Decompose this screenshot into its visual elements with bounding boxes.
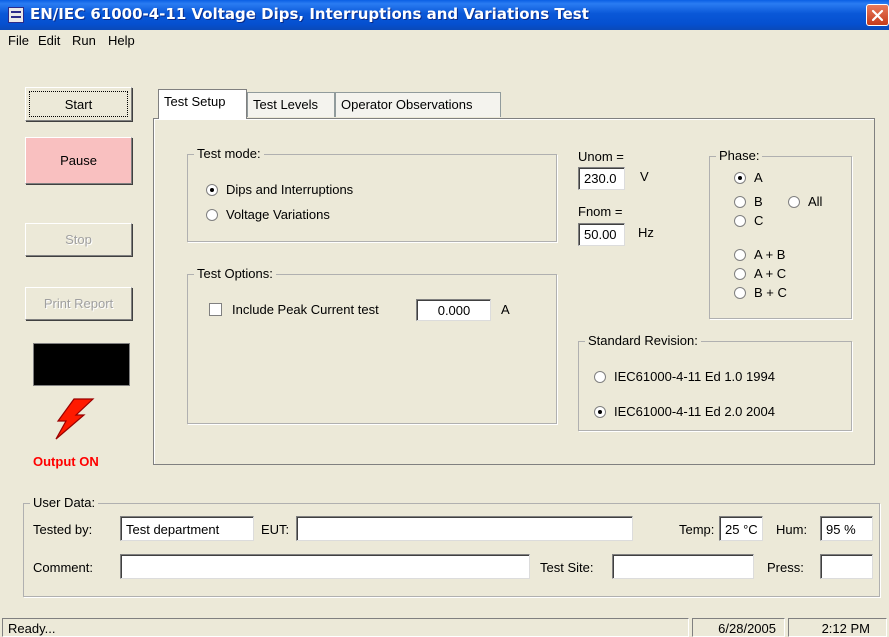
unom-label: Unom = <box>578 149 624 164</box>
radio-button <box>788 195 800 208</box>
fnom-input[interactable]: 50.00 <box>578 223 625 246</box>
close-icon <box>871 9 884 22</box>
menu-bar: File Edit Run Help <box>0 30 889 50</box>
radio-ed2-2004[interactable]: IEC61000-4-11 Ed 2.0 2004 <box>594 404 775 419</box>
title-bar: EN/IEC 61000-4-11 Voltage Dips, Interrup… <box>0 0 889 30</box>
peak-current-label: Include Peak Current test <box>232 302 379 317</box>
print-report-button[interactable]: Print Report <box>25 287 132 320</box>
menu-file[interactable]: File <box>8 33 29 48</box>
pause-button[interactable]: Pause <box>25 137 132 184</box>
hum-input[interactable]: 95 % <box>820 516 873 541</box>
radio-label: C <box>754 213 764 228</box>
radio-button <box>734 248 746 261</box>
peak-current-unit: A <box>501 302 510 317</box>
close-button[interactable] <box>866 4 889 26</box>
status-bar: Ready... 6/28/2005 2:12 PM <box>0 615 889 637</box>
unom-input[interactable]: 230.0 <box>578 167 625 190</box>
radio-button <box>734 214 746 227</box>
menu-run[interactable]: Run <box>72 33 96 48</box>
output-status: Output ON <box>33 454 99 469</box>
print-report-button-label: Print Report <box>43 296 114 311</box>
menu-help[interactable]: Help <box>108 33 135 48</box>
tab-panel-test-setup: Test mode: Dips and Interruptions Voltag… <box>153 118 875 465</box>
radio-phase-ac[interactable]: A + C <box>734 266 786 281</box>
radio-button <box>594 370 606 383</box>
test-mode-group: Test mode: Dips and Interruptions Voltag… <box>187 146 557 242</box>
stop-button[interactable]: Stop <box>25 223 132 256</box>
temp-input[interactable]: 25 °C <box>719 516 763 541</box>
peak-current-checkbox[interactable]: Include Peak Current test <box>209 302 379 317</box>
radio-label: A + C <box>754 266 787 281</box>
radio-dips-interruptions[interactable]: Dips and Interruptions <box>206 182 353 197</box>
eut-label: EUT: <box>261 522 290 537</box>
eut-input[interactable] <box>296 516 633 541</box>
standard-revision-title: Standard Revision: <box>585 333 701 348</box>
tab-test-setup[interactable]: Test Setup <box>158 89 247 119</box>
comment-label: Comment: <box>33 560 93 575</box>
fnom-label: Fnom = <box>578 204 623 219</box>
press-input[interactable] <box>820 554 873 579</box>
start-button[interactable]: Start <box>25 87 132 121</box>
radio-phase-b[interactable]: B <box>734 194 763 209</box>
status-time: 2:12 PM <box>788 618 887 637</box>
radio-button <box>734 286 746 299</box>
standard-revision-group: Standard Revision: IEC61000-4-11 Ed 1.0 … <box>578 333 852 431</box>
radio-phase-all[interactable]: All <box>788 194 822 209</box>
pause-button-label: Pause <box>60 153 97 168</box>
hum-label: Hum: <box>776 522 808 537</box>
radio-label: All <box>808 194 823 209</box>
phase-group: Phase: A B All C A + B A + C B + C <box>709 148 852 319</box>
window-title: EN/IEC 61000-4-11 Voltage Dips, Interrup… <box>30 5 589 23</box>
app-icon <box>8 7 24 23</box>
checkbox-box <box>209 303 222 316</box>
peak-current-input[interactable]: 0.000 <box>416 299 491 321</box>
test-site-input[interactable] <box>612 554 754 579</box>
radio-phase-a[interactable]: A <box>734 170 763 185</box>
radio-button <box>206 183 218 196</box>
unom-unit: V <box>640 169 649 184</box>
comment-input[interactable] <box>120 554 530 579</box>
radio-label: IEC61000-4-11 Ed 2.0 2004 <box>614 404 775 419</box>
test-options-title: Test Options: <box>194 266 276 281</box>
radio-label: Voltage Variations <box>226 207 330 222</box>
radio-label: B + C <box>754 285 787 300</box>
stop-button-label: Stop <box>65 232 92 247</box>
radio-phase-c[interactable]: C <box>734 213 763 228</box>
radio-phase-bc[interactable]: B + C <box>734 285 787 300</box>
press-label: Press: <box>767 560 804 575</box>
radio-phase-ab[interactable]: A + B <box>734 247 785 262</box>
radio-button <box>734 195 746 208</box>
radio-label: Dips and Interruptions <box>226 182 354 197</box>
radio-label: A <box>754 170 763 185</box>
output-display <box>33 343 130 386</box>
radio-voltage-variations[interactable]: Voltage Variations <box>206 207 330 222</box>
status-date: 6/28/2005 <box>692 618 785 637</box>
radio-button <box>594 405 606 418</box>
phase-title: Phase: <box>716 148 763 163</box>
tab-test-levels[interactable]: Test Levels <box>247 92 335 117</box>
radio-label: IEC61000-4-11 Ed 1.0 1994 <box>614 369 775 384</box>
menu-edit[interactable]: Edit <box>38 33 60 48</box>
radio-label: A + B <box>754 247 786 262</box>
tested-by-label: Tested by: <box>33 522 93 537</box>
fnom-unit: Hz <box>638 225 654 240</box>
temp-label: Temp: <box>679 522 715 537</box>
tested-by-input[interactable]: Test department <box>120 516 254 541</box>
radio-button <box>734 171 746 184</box>
radio-ed1-1994[interactable]: IEC61000-4-11 Ed 1.0 1994 <box>594 369 775 384</box>
test-mode-title: Test mode: <box>194 146 264 161</box>
tab-operator-observations[interactable]: Operator Observations <box>335 92 501 117</box>
radio-button <box>734 267 746 280</box>
user-data-title: User Data: <box>30 495 99 510</box>
status-text: Ready... <box>2 618 689 637</box>
focus-ring <box>29 91 128 117</box>
test-site-label: Test Site: <box>540 560 594 575</box>
radio-button <box>206 208 218 221</box>
lightning-icon <box>55 398 95 440</box>
test-options-group: Test Options: Include Peak Current test … <box>187 266 557 424</box>
radio-label: B <box>754 194 763 209</box>
